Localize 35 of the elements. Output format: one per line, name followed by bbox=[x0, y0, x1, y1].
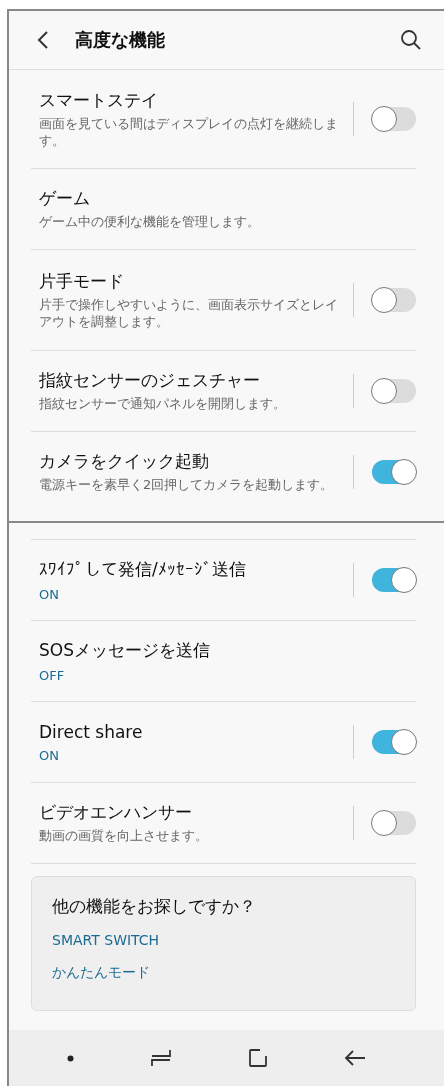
toggle-switch[interactable] bbox=[372, 379, 416, 403]
setting-title[interactable]: ゲーム bbox=[39, 187, 416, 211]
setting-title[interactable]: スマートステイ bbox=[39, 88, 347, 112]
search-icon[interactable] bbox=[400, 29, 422, 51]
toggle-switch[interactable] bbox=[372, 730, 416, 754]
home-icon[interactable] bbox=[248, 1048, 268, 1068]
setting-description: 指紋センサーで通知パネルを開閉します。 bbox=[39, 396, 287, 413]
setting-title[interactable]: ｽﾜｲﾌﾟして発信/ﾒｯｾｰｼﾞ送信 bbox=[39, 558, 347, 581]
dot-icon[interactable] bbox=[67, 1054, 74, 1062]
setting-description: 電源キーを素早く2回押してカメラを起動します。 bbox=[39, 477, 335, 494]
suggestion-link[interactable]: かんたんモード bbox=[52, 964, 150, 982]
setting-title[interactable]: 片手モード bbox=[39, 269, 347, 293]
setting-title[interactable]: Direct share bbox=[39, 721, 347, 742]
card-title: 他の機能をお探しですか？ bbox=[52, 895, 257, 918]
setting-status: ON bbox=[39, 587, 60, 602]
setting-description: 動画の画質を向上させます。 bbox=[39, 828, 209, 845]
toggle-switch[interactable] bbox=[372, 811, 416, 835]
toggle-switch[interactable] bbox=[372, 288, 416, 312]
setting-title[interactable]: カメラをクイック起動 bbox=[39, 450, 347, 474]
setting-status: ON bbox=[39, 747, 60, 763]
setting-description: 画面を見ている間はディスプレイの点灯を継続します。 bbox=[39, 115, 339, 150]
suggestion-link[interactable]: SMART SWITCH bbox=[52, 932, 160, 948]
page-title: 高度な機能 bbox=[75, 28, 166, 52]
toggle-switch[interactable] bbox=[372, 460, 416, 484]
recent-apps-icon[interactable] bbox=[150, 1048, 172, 1068]
toggle-switch[interactable] bbox=[372, 107, 416, 131]
back-icon[interactable] bbox=[37, 30, 49, 50]
back-arrow-icon[interactable] bbox=[344, 1049, 366, 1067]
setting-description: 片手で操作しやすいように、画面表示サイズとレイアウトを調整します。 bbox=[39, 296, 339, 331]
setting-status: OFF bbox=[39, 668, 66, 683]
setting-title[interactable]: SOSメッセージを送信 bbox=[39, 639, 416, 662]
setting-description: ゲーム中の便利な機能を管理します。 bbox=[39, 214, 261, 231]
setting-title[interactable]: 指紋センサーのジェスチャー bbox=[39, 369, 347, 393]
toggle-switch[interactable] bbox=[372, 568, 416, 592]
setting-title[interactable]: ビデオエンハンサー bbox=[39, 801, 347, 825]
